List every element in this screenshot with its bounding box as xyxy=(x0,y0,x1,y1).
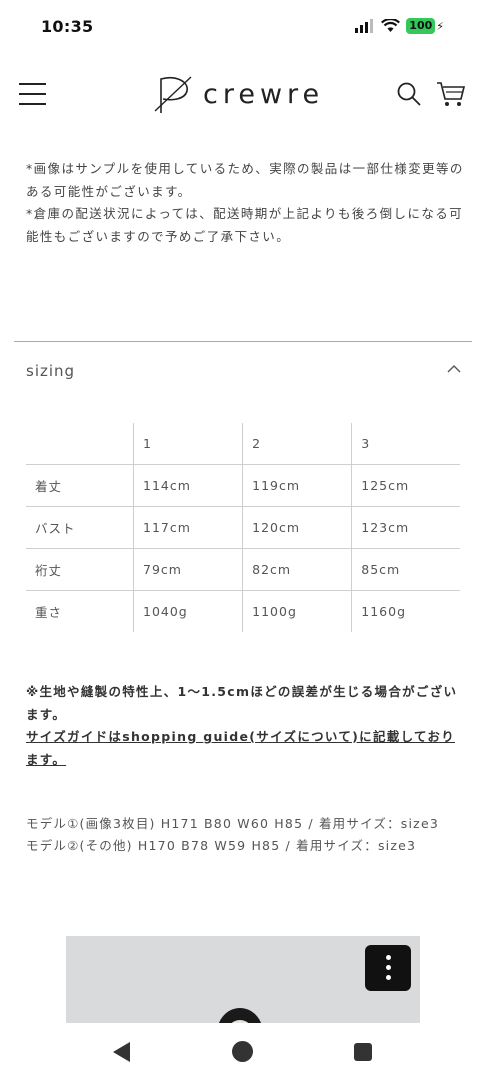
table-cell: 82cm xyxy=(242,548,352,591)
sizing-title: sizing xyxy=(26,362,76,380)
home-icon[interactable] xyxy=(232,1041,253,1062)
note-item: *倉庫の配送状況によっては、配送時期が上記よりも後ろ倒しになる可能性もございます… xyxy=(26,206,464,244)
table-row: 重さ 1040g 1100g 1160g xyxy=(26,590,460,632)
table-row: バスト 117cm 120cm 123cm xyxy=(26,506,460,549)
battery-indicator: 100 ⚡ xyxy=(406,18,444,34)
table-cell: 125cm xyxy=(351,464,460,507)
table-cell: 1100g xyxy=(242,590,352,632)
table-header-cell: 2 xyxy=(242,423,352,465)
status-time: 10:35 xyxy=(41,17,94,36)
table-header-cell: 3 xyxy=(351,423,460,465)
more-options-button[interactable] xyxy=(365,945,411,991)
charging-bolt-icon: ⚡ xyxy=(436,19,444,33)
table-cell: 120cm xyxy=(242,506,352,549)
table-row-label: バスト xyxy=(26,506,134,549)
wifi-icon xyxy=(381,19,401,32)
cart-button[interactable] xyxy=(436,80,466,108)
table-cell: 114cm xyxy=(132,464,243,507)
size-guide-link[interactable]: サイズガイドはshopping guide(サイズについて)に記載しております。 xyxy=(26,726,466,771)
table-cell: 1160g xyxy=(351,590,460,632)
size-tolerance-note: ※生地や縫製の特性上、1〜1.5cmほどの誤差が生じる場合がございます。 xyxy=(26,684,458,722)
battery-level: 100 xyxy=(406,18,436,34)
table-cell: 123cm xyxy=(351,506,460,549)
search-button[interactable] xyxy=(396,81,422,107)
table-cell: 117cm xyxy=(132,506,243,549)
signal-icon xyxy=(355,19,374,33)
hamburger-menu-button[interactable] xyxy=(19,83,46,105)
model-info: モデル①(画像3枚目) H171 B80 W60 H85 / 着用サイズ：siz… xyxy=(26,813,466,857)
search-icon xyxy=(397,82,421,106)
table-cell: 1040g xyxy=(132,590,243,632)
logo-text: crewre xyxy=(203,78,325,110)
recent-apps-icon[interactable] xyxy=(354,1043,372,1061)
model-info-line: モデル①(画像3枚目) H171 B80 W60 H85 / 着用サイズ：siz… xyxy=(26,816,439,831)
size-table: 1 2 3 着丈 114cm 119cm 125cm バスト 117cm 120… xyxy=(26,423,460,632)
table-row: 裄丈 79cm 82cm 85cm xyxy=(26,548,460,591)
table-cell: 79cm xyxy=(132,548,243,591)
crewre-logo[interactable]: crewre xyxy=(153,73,324,115)
table-header-cell: 1 xyxy=(132,423,243,465)
table-row-label: 裄丈 xyxy=(26,548,134,591)
model-info-line: モデル②(その他) H170 B78 W59 H85 / 着用サイズ：size3 xyxy=(26,838,417,853)
table-row-label: 着丈 xyxy=(26,464,134,507)
table-header-cell xyxy=(26,423,134,465)
logo-mark-icon xyxy=(154,76,192,113)
back-icon[interactable] xyxy=(113,1042,130,1062)
status-bar: 10:35 100 ⚡ xyxy=(0,0,486,52)
table-header-row: 1 2 3 xyxy=(26,423,460,465)
table-cell: 85cm xyxy=(351,548,460,591)
site-header: crewre xyxy=(0,60,486,130)
cart-icon xyxy=(437,82,466,106)
note-item: *画像はサンプルを使用しているため、実際の製品は一部仕様変更等のある可能性がござ… xyxy=(26,161,464,199)
table-row-label: 重さ xyxy=(35,605,63,620)
status-icons: 100 ⚡ xyxy=(355,18,444,34)
table-row: 着丈 114cm 119cm 125cm xyxy=(26,464,460,507)
system-navigation-bar xyxy=(0,1023,486,1080)
sizing-accordion-header[interactable]: sizing xyxy=(14,342,472,400)
product-notes: *画像はサンプルを使用しているため、実際の製品は一部仕様変更等のある可能性がござ… xyxy=(26,158,466,248)
table-cell: 119cm xyxy=(242,464,352,507)
chevron-up-icon[interactable] xyxy=(446,364,462,374)
